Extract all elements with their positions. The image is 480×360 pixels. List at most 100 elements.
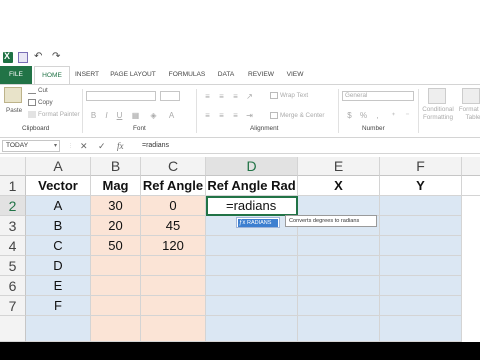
- chevron-down-icon[interactable]: ▾: [54, 141, 57, 151]
- cell-f7[interactable]: [380, 296, 462, 316]
- cell-a8[interactable]: [26, 316, 91, 342]
- cell-a3[interactable]: B: [26, 216, 91, 236]
- cell-a2[interactable]: A: [26, 196, 91, 216]
- cell-e6[interactable]: [298, 276, 380, 296]
- formula-input[interactable]: =radians: [138, 140, 478, 152]
- cell-g1[interactable]: [462, 176, 480, 196]
- cell-b8[interactable]: [91, 316, 141, 342]
- cell-d1[interactable]: Ref Angle Rad: [206, 176, 298, 196]
- cell-e8[interactable]: [298, 316, 380, 342]
- cell-e2[interactable]: [298, 196, 380, 216]
- cell-b4[interactable]: 50: [91, 236, 141, 256]
- column-header-e[interactable]: E: [298, 157, 380, 176]
- align-left-icon[interactable]: ≡: [202, 110, 213, 121]
- row-header-2[interactable]: 2: [0, 196, 26, 216]
- merge-center-button[interactable]: Merge & Center: [270, 112, 324, 119]
- cell-c6[interactable]: [141, 276, 206, 296]
- align-center-icon[interactable]: ≡: [216, 110, 227, 121]
- row-header-3[interactable]: 3: [0, 216, 26, 236]
- row-header-5[interactable]: 5: [0, 256, 26, 276]
- align-middle-icon[interactable]: ≡: [216, 91, 227, 102]
- cell-f6[interactable]: [380, 276, 462, 296]
- column-header-b[interactable]: B: [91, 157, 141, 176]
- insert-function-icon[interactable]: fx: [117, 140, 124, 152]
- column-header-a[interactable]: A: [26, 157, 91, 176]
- number-format-combo[interactable]: General: [342, 91, 414, 101]
- borders-icon[interactable]: ▦: [130, 110, 141, 121]
- paste-icon[interactable]: [4, 87, 22, 103]
- cell-a7[interactable]: F: [26, 296, 91, 316]
- function-autocomplete-list[interactable]: ƒx RADIANS: [236, 217, 280, 228]
- conditional-formatting-icon[interactable]: [428, 88, 446, 104]
- tab-formulas[interactable]: FORMULAS: [167, 66, 207, 84]
- save-icon[interactable]: [18, 52, 28, 63]
- cell-f8[interactable]: [380, 316, 462, 342]
- tab-view[interactable]: VIEW: [284, 66, 306, 84]
- cell-d6[interactable]: [206, 276, 298, 296]
- cell-c1[interactable]: Ref Angle: [141, 176, 206, 196]
- tab-insert[interactable]: INSERT: [74, 66, 100, 84]
- font-color-icon[interactable]: A: [166, 110, 177, 121]
- redo-icon[interactable]: ↷: [52, 52, 62, 63]
- cell-c4[interactable]: 120: [141, 236, 206, 256]
- column-header-f[interactable]: F: [380, 157, 462, 176]
- row-header-1[interactable]: 1: [0, 176, 26, 196]
- cell-a1[interactable]: Vector: [26, 176, 91, 196]
- fill-color-icon[interactable]: ◈: [148, 110, 159, 121]
- cell-c8[interactable]: [141, 316, 206, 342]
- paste-button[interactable]: Paste: [6, 107, 22, 114]
- row-header-4[interactable]: 4: [0, 236, 26, 256]
- column-header-c[interactable]: C: [141, 157, 206, 176]
- cancel-icon[interactable]: ✕: [80, 140, 88, 152]
- cell-b2[interactable]: 30: [91, 196, 141, 216]
- cell-b3[interactable]: 20: [91, 216, 141, 236]
- percent-icon[interactable]: %: [358, 110, 369, 121]
- comma-icon[interactable]: ,: [372, 110, 383, 121]
- cell-d7[interactable]: [206, 296, 298, 316]
- cut-button[interactable]: Cut: [28, 87, 48, 94]
- row-header-8[interactable]: [0, 316, 26, 342]
- tab-review[interactable]: REVIEW: [246, 66, 276, 84]
- enter-icon[interactable]: ✓: [98, 140, 106, 152]
- font-name-combo[interactable]: [86, 91, 156, 101]
- copy-button[interactable]: Copy: [28, 99, 53, 106]
- tab-file[interactable]: FILE: [0, 66, 32, 84]
- cell-d2-editing-text[interactable]: =radians: [226, 198, 276, 213]
- cell-d4[interactable]: [206, 236, 298, 256]
- name-box[interactable]: TODAY ▾: [2, 140, 60, 152]
- row-header-6[interactable]: 6: [0, 276, 26, 296]
- cell-a6[interactable]: E: [26, 276, 91, 296]
- tab-data[interactable]: DATA: [214, 66, 238, 84]
- font-size-combo[interactable]: [160, 91, 180, 101]
- cell-f1[interactable]: Y: [380, 176, 462, 196]
- cell-a4[interactable]: C: [26, 236, 91, 256]
- cell-b6[interactable]: [91, 276, 141, 296]
- format-as-table-button[interactable]: Format as Table: [458, 106, 480, 122]
- cell-b1[interactable]: Mag: [91, 176, 141, 196]
- orientation-icon[interactable]: ↗: [244, 91, 255, 102]
- conditional-formatting-button[interactable]: Conditional Formatting: [420, 106, 456, 122]
- cell-a5[interactable]: D: [26, 256, 91, 276]
- tab-home[interactable]: HOME: [34, 66, 70, 84]
- cell-e1[interactable]: X: [298, 176, 380, 196]
- cell-b5[interactable]: [91, 256, 141, 276]
- cell-d5[interactable]: [206, 256, 298, 276]
- cell-c3[interactable]: 45: [141, 216, 206, 236]
- increase-decimal-icon[interactable]: ⁺: [388, 110, 399, 121]
- cell-e7[interactable]: [298, 296, 380, 316]
- cell-e4[interactable]: [298, 236, 380, 256]
- cell-c7[interactable]: [141, 296, 206, 316]
- cell-d8[interactable]: [206, 316, 298, 342]
- cell-e5[interactable]: [298, 256, 380, 276]
- cell-f2[interactable]: [380, 196, 462, 216]
- column-header-d[interactable]: D: [206, 157, 298, 176]
- cell-f5[interactable]: [380, 256, 462, 276]
- tab-page-layout[interactable]: PAGE LAYOUT: [109, 66, 157, 84]
- cell-f4[interactable]: [380, 236, 462, 256]
- bold-icon[interactable]: B: [88, 110, 99, 121]
- decrease-decimal-icon[interactable]: ⁻: [402, 110, 413, 121]
- cell-b7[interactable]: [91, 296, 141, 316]
- row-header-7[interactable]: 7: [0, 296, 26, 316]
- select-all-corner[interactable]: [0, 157, 26, 176]
- currency-icon[interactable]: $: [344, 110, 355, 121]
